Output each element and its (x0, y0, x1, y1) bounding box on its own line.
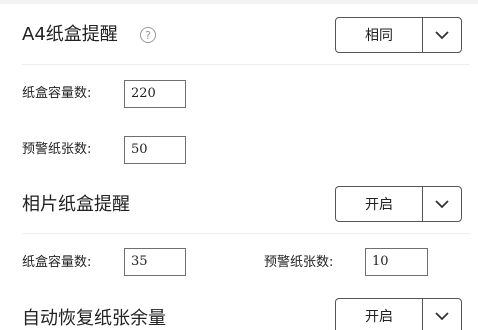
photo-warning-label: 预警纸张数: (264, 255, 334, 270)
a4-warning-label: 预警纸张数: (22, 142, 92, 157)
printer-paper-settings: A4纸盒提醒 ? 相同 纸盒容量数: 220 预警纸张数: 50 相片纸盒提醒 … (0, 0, 478, 330)
a4-tray-reminder-dropdown-button[interactable] (423, 18, 461, 52)
a4-tray-reminder-select-value: 相同 (365, 28, 393, 44)
auto-restore-paper-dropdown-button[interactable] (423, 299, 461, 330)
a4-capacity-input[interactable]: 220 (124, 80, 186, 108)
auto-restore-paper-select[interactable]: 开启 (335, 298, 462, 330)
auto-restore-paper-select-value: 开启 (365, 309, 393, 325)
a4-capacity-label: 纸盒容量数: (22, 86, 92, 101)
a4-tray-reminder-title: A4纸盒提醒 (22, 24, 118, 45)
a4-warning-input[interactable]: 50 (124, 136, 186, 164)
section-divider (22, 233, 470, 234)
photo-capacity-label: 纸盒容量数: (22, 255, 92, 270)
photo-warning-input[interactable]: 10 (365, 248, 428, 276)
photo-tray-reminder-dropdown-button[interactable] (423, 187, 461, 221)
chevron-down-icon (435, 31, 449, 40)
question-circle-icon[interactable]: ? (140, 27, 156, 43)
top-divider (0, 0, 478, 4)
section-divider (22, 64, 470, 65)
photo-tray-reminder-select[interactable]: 开启 (335, 186, 462, 222)
chevron-down-icon (435, 312, 449, 321)
photo-tray-reminder-select-value: 开启 (365, 197, 393, 213)
auto-restore-paper-title: 自动恢复纸张余量 (22, 308, 166, 329)
photo-capacity-input[interactable]: 35 (124, 248, 186, 276)
photo-tray-reminder-title: 相片纸盒提醒 (22, 194, 130, 215)
a4-tray-reminder-select[interactable]: 相同 (335, 17, 462, 53)
chevron-down-icon (435, 200, 449, 209)
